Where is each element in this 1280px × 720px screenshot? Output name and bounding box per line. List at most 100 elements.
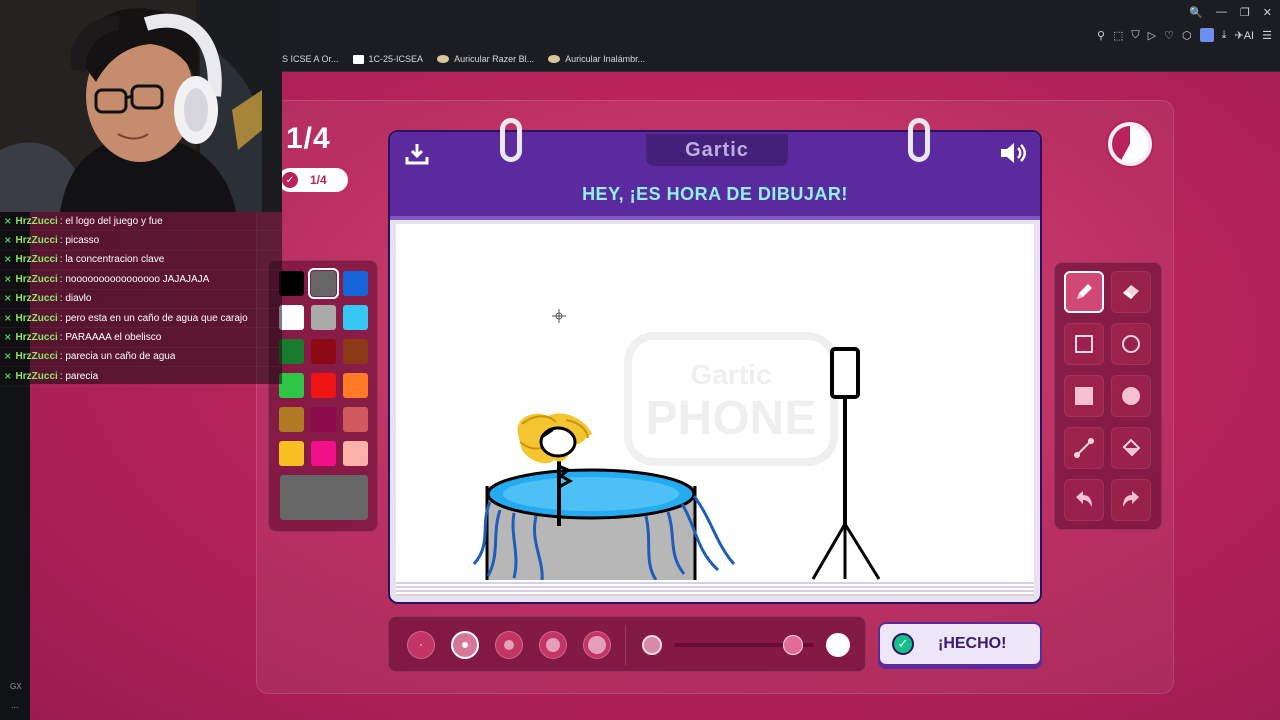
chat-text: : PARAAAA el obelisco: [59, 332, 162, 344]
watermark-bottom: PHONE: [646, 392, 817, 445]
undo-button[interactable]: [1064, 479, 1104, 521]
redo-button[interactable]: [1111, 479, 1151, 521]
drawing-tools: [1054, 262, 1162, 530]
color-swatch[interactable]: [279, 441, 304, 466]
color-swatch[interactable]: [311, 441, 336, 466]
canvas-drawing: Gartic PHONE: [472, 309, 881, 581]
bookmark-favicon-icon: [352, 54, 364, 64]
heart-icon[interactable]: ♡: [1164, 29, 1174, 42]
webcam-overlay: [0, 0, 282, 212]
bookmark-item[interactable]: Auricular Inalámbr...: [548, 54, 645, 64]
chat-message: ⨯ HrzZucci: PARAAAA el obelisco: [0, 328, 282, 348]
sketchbook: Gartic HEY, ¡ES HORA DE DIBUJAR! Gartic …: [388, 118, 1042, 604]
undo-icon: [1076, 491, 1092, 507]
browser-toolbar-icons: ⚲ ⬚ ⛉ ▷ ♡ ⬡ ⤓ ✈AI ☰: [1097, 28, 1272, 42]
watermark-top: Gartic: [691, 359, 772, 390]
color-swatch[interactable]: [343, 407, 368, 432]
download-icon[interactable]: [404, 142, 430, 166]
opacity-low-icon: [642, 635, 662, 655]
volume-icon[interactable]: [998, 140, 1028, 166]
play-icon[interactable]: ▷: [1148, 29, 1156, 42]
bookmark-item[interactable]: Auricular Razer Bl...: [437, 54, 534, 64]
snapshot-icon[interactable]: ⬚: [1113, 29, 1123, 42]
bookmarks-bar: S ICSE A Or... 1C-25-ICSEA Auricular Raz…: [282, 50, 645, 68]
minimize-icon[interactable]: —: [1216, 6, 1227, 19]
opacity-slider-knob[interactable]: [783, 635, 803, 655]
sketchbook-pages: [396, 580, 1034, 596]
color-swatch[interactable]: [308, 268, 339, 299]
close-icon[interactable]: ✕: [1263, 6, 1272, 19]
color-swatch[interactable]: [343, 271, 368, 296]
search-icon[interactable]: 🔍: [1189, 6, 1203, 19]
pin-icon[interactable]: ⚲: [1097, 29, 1105, 42]
chat-message: ⨯ HrzZucci: parecia: [0, 367, 282, 387]
chat-message: ⨯ HrzZucci: picasso: [0, 231, 282, 251]
restore-icon[interactable]: ❐: [1240, 6, 1250, 19]
color-swatch[interactable]: [279, 305, 304, 330]
brush-size-button[interactable]: [407, 631, 435, 659]
color-palette: [268, 260, 378, 532]
chat-badge-icon: ⨯: [4, 235, 12, 246]
eraser-tool[interactable]: [1111, 271, 1151, 313]
chat-badge-icon: ⨯: [4, 273, 12, 284]
brush-size-dot: [546, 638, 560, 652]
color-swatch[interactable]: [343, 373, 368, 398]
binder-ring: [908, 118, 930, 162]
download-icon[interactable]: ⤓: [1222, 29, 1227, 42]
sidebar-more[interactable]: ...: [11, 700, 19, 710]
rect-outline-tool[interactable]: [1064, 323, 1104, 365]
chat-badge-icon: ⨯: [4, 254, 12, 265]
drawing-canvas[interactable]: Gartic PHONE: [396, 224, 1034, 581]
sketchbook-header: Gartic HEY, ¡ES HORA DE DIBUJAR!: [390, 132, 1040, 220]
bookmark-item[interactable]: 1C-25-ICSEA: [352, 54, 423, 64]
eraser-icon: [1123, 285, 1139, 299]
chat-username: HrzZucci: [15, 332, 58, 344]
bucket-tool[interactable]: [1111, 427, 1151, 469]
webcam-feed: [0, 0, 282, 212]
redo-icon: [1123, 491, 1139, 507]
circle-outline-tool[interactable]: [1111, 323, 1151, 365]
color-swatch[interactable]: [343, 441, 368, 466]
gartic-phone-watermark: Gartic PHONE: [624, 332, 838, 466]
color-swatch[interactable]: [279, 339, 304, 364]
brush-size-button[interactable]: [495, 631, 523, 659]
bookmark-favicon-icon: [437, 55, 450, 63]
binder-ring: [500, 118, 522, 162]
check-icon: ✓: [892, 633, 914, 655]
chat-message: ⨯ HrzZucci: parecia un caño de agua: [0, 348, 282, 368]
color-swatch[interactable]: [279, 271, 304, 296]
chat-text: : la concentracion clave: [59, 254, 165, 266]
chat-username: HrzZucci: [15, 254, 58, 266]
color-swatch[interactable]: [311, 305, 336, 330]
rect-outline-icon: [1075, 335, 1093, 353]
done-button[interactable]: ✓ ¡HECHO!: [878, 622, 1042, 666]
bookmark-item[interactable]: S ICSE A Or...: [282, 54, 339, 64]
line-icon: [1074, 438, 1094, 458]
color-swatch[interactable]: [311, 339, 336, 364]
profile-avatar[interactable]: [1199, 28, 1214, 42]
color-swatch[interactable]: [279, 407, 304, 432]
chat-username: HrzZucci: [15, 312, 58, 324]
pencil-tool[interactable]: [1064, 271, 1104, 313]
brush-size-button[interactable]: [539, 631, 567, 659]
circle-fill-tool[interactable]: [1111, 375, 1151, 417]
shield-icon[interactable]: ⛉: [1131, 29, 1139, 42]
rect-fill-tool[interactable]: [1064, 375, 1104, 417]
brush-size-button[interactable]: [451, 631, 479, 659]
color-swatch[interactable]: [343, 339, 368, 364]
extensions-icon[interactable]: ⬡: [1182, 29, 1192, 42]
color-swatch[interactable]: [311, 373, 336, 398]
chat-text: : el logo del juego y fue: [59, 215, 163, 227]
color-swatch[interactable]: [311, 407, 336, 432]
color-swatch[interactable]: [343, 305, 368, 330]
menu-icon[interactable]: ☰: [1262, 29, 1272, 42]
line-tool[interactable]: [1064, 427, 1104, 469]
opacity-slider[interactable]: [674, 635, 814, 655]
color-swatch[interactable]: [279, 373, 304, 398]
gx-label[interactable]: GX: [10, 682, 22, 691]
chat-message: ⨯ HrzZucci: el logo del juego y fue: [0, 212, 282, 232]
brush-size-button[interactable]: [583, 631, 611, 659]
chat-text: : diavlo: [59, 293, 92, 305]
ai-icon[interactable]: ✈AI: [1235, 29, 1255, 42]
brush-size-dot: [462, 642, 468, 648]
